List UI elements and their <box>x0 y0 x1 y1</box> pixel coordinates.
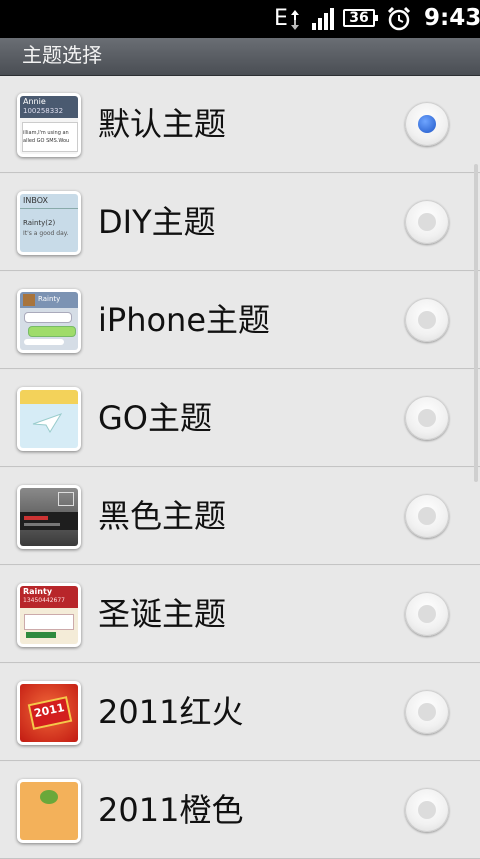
data-activity-icon <box>291 10 299 30</box>
alarm-icon <box>387 6 411 31</box>
theme-label: 2011红火 <box>98 693 244 731</box>
theme-item-2011-orange[interactable]: 2011橙色 <box>0 762 480 859</box>
theme-item-black[interactable]: 黑色主题 <box>0 468 480 565</box>
theme-thumbnail: INBOX Rainty(2) It's a good day. <box>17 191 81 255</box>
theme-thumbnail <box>17 485 81 549</box>
theme-thumbnail: 2011 <box>17 681 81 745</box>
theme-item-go[interactable]: GO主题 <box>0 370 480 467</box>
network-type-icon: E <box>274 6 288 31</box>
theme-radio[interactable] <box>405 396 449 440</box>
theme-thumbnail <box>17 387 81 451</box>
theme-item-default[interactable]: Annie 100258332 illiam,I'm using an alle… <box>0 76 480 173</box>
scrollbar[interactable] <box>474 164 478 482</box>
theme-thumbnail <box>17 779 81 843</box>
theme-label: 黑色主题 <box>98 497 227 535</box>
theme-item-diy[interactable]: INBOX Rainty(2) It's a good day. DIY主题 <box>0 174 480 271</box>
battery-icon: 36 <box>343 9 378 27</box>
page-title: 主题选择 <box>22 43 102 67</box>
theme-radio[interactable] <box>405 200 449 244</box>
theme-label: 2011橙色 <box>98 791 244 829</box>
theme-thumbnail: Rainty <box>17 289 81 353</box>
theme-item-iphone[interactable]: Rainty iPhone主题 <box>0 272 480 369</box>
theme-label: 圣诞主题 <box>98 595 227 633</box>
theme-radio[interactable] <box>405 102 449 146</box>
theme-radio[interactable] <box>405 592 449 636</box>
status-bar: E 36 9:43 <box>0 0 480 38</box>
theme-label: 默认主题 <box>98 105 227 143</box>
paper-plane-icon <box>32 413 62 433</box>
theme-label: DIY主题 <box>98 203 216 241</box>
theme-radio[interactable] <box>405 690 449 734</box>
theme-radio[interactable] <box>405 298 449 342</box>
theme-label: iPhone主题 <box>98 301 271 339</box>
theme-label: GO主题 <box>98 399 212 437</box>
theme-item-2011-red[interactable]: 2011 2011红火 <box>0 664 480 761</box>
theme-radio[interactable] <box>405 788 449 832</box>
theme-item-christmas[interactable]: Rainty 13450442677 圣诞主题 <box>0 566 480 663</box>
theme-list[interactable]: Annie 100258332 illiam,I'm using an alle… <box>0 76 480 859</box>
theme-thumbnail: Annie 100258332 illiam,I'm using an alle… <box>17 93 81 157</box>
status-time: 9:43 <box>424 5 480 31</box>
signal-icon <box>312 8 334 30</box>
title-bar: 主题选择 <box>0 38 480 76</box>
theme-thumbnail: Rainty 13450442677 <box>17 583 81 647</box>
theme-radio[interactable] <box>405 494 449 538</box>
